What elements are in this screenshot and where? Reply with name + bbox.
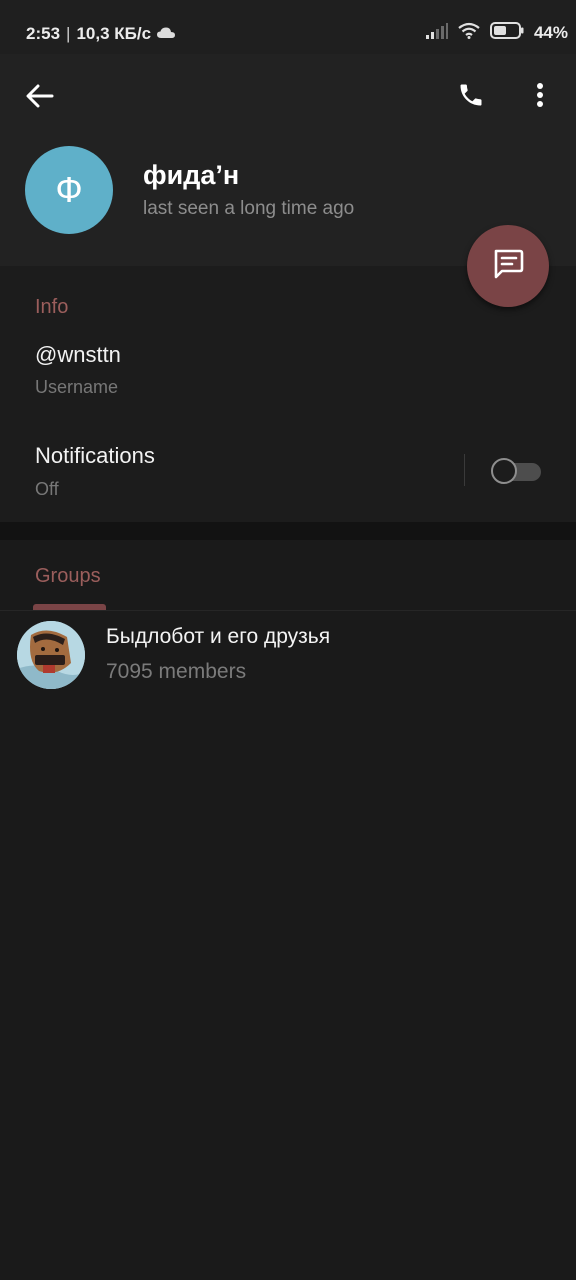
username-value: @wnsttn xyxy=(35,342,121,367)
battery-icon xyxy=(489,22,524,44)
username-row[interactable]: @wnsttn Username xyxy=(0,330,576,410)
last-seen-status: last seen a long time ago xyxy=(143,198,355,219)
group-avatar xyxy=(17,621,85,689)
group-members-count: 7095 members xyxy=(106,660,247,683)
phone-icon xyxy=(457,81,485,114)
signal-icon xyxy=(425,22,448,44)
group-name: Быдлобот и его друзья xyxy=(106,625,331,648)
notifications-value: Off xyxy=(35,479,59,499)
more-vertical-icon xyxy=(536,82,544,113)
more-menu-button[interactable] xyxy=(520,74,560,120)
profile-name: фида’н xyxy=(143,160,240,190)
status-bar: 2:53 | 10,3 КБ/с 44% xyxy=(0,0,576,54)
wifi-icon xyxy=(458,22,480,44)
avatar[interactable]: Ф xyxy=(25,146,113,234)
message-icon xyxy=(491,248,525,285)
notifications-label: Notifications xyxy=(35,443,155,468)
status-right: 44% xyxy=(425,22,568,44)
toggle-knob xyxy=(491,458,517,484)
arrow-left-icon xyxy=(26,84,54,113)
send-message-button[interactable] xyxy=(467,225,549,307)
groups-tab-divider xyxy=(0,610,576,611)
username-label: Username xyxy=(35,377,119,397)
status-net-speed: 10,3 КБ/с xyxy=(76,24,152,43)
status-left: 2:53 | 10,3 КБ/с xyxy=(26,24,176,44)
notifications-row[interactable]: Notifications Off xyxy=(0,430,576,516)
status-time: 2:53 xyxy=(26,24,61,43)
battery-percent: 44% xyxy=(533,23,568,42)
info-title: Info xyxy=(35,296,69,318)
cloud-icon xyxy=(157,24,176,44)
call-button[interactable] xyxy=(448,74,494,120)
section-gap xyxy=(0,522,576,540)
groups-tab[interactable]: Groups xyxy=(35,565,101,588)
notifications-toggle[interactable] xyxy=(491,456,541,486)
notifications-divider xyxy=(464,454,465,486)
back-button[interactable] xyxy=(18,76,62,120)
status-separator: | xyxy=(66,24,71,43)
